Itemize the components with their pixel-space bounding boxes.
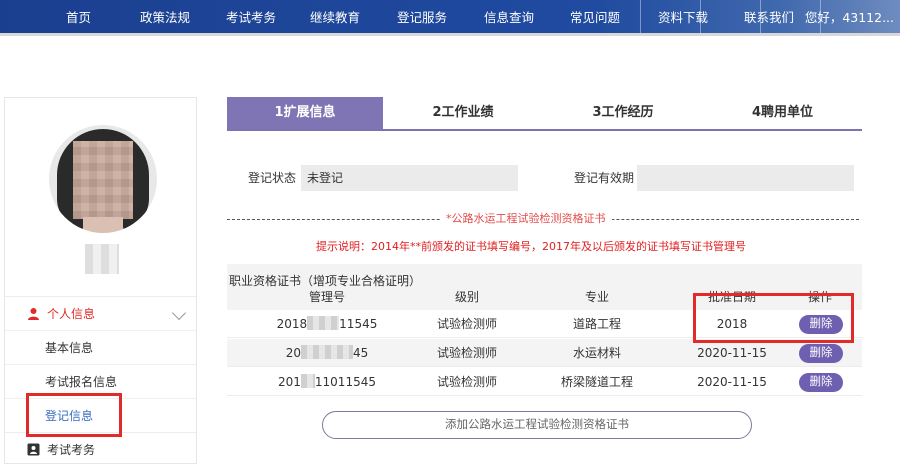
nav-exam[interactable]: 考试考务 [226, 0, 276, 33]
tab-employer[interactable]: 4聘用单位 [703, 97, 862, 129]
top-nav-bar: 首页 政策法规 考试考务 继续教育 登记服务 信息查询 常见问题 资料下载 联系… [0, 0, 900, 36]
cert-number-prefix: 2018 [276, 317, 308, 331]
tab-work-achievements[interactable]: 2工作业绩 [383, 97, 543, 129]
nav-education[interactable]: 继续教育 [310, 0, 360, 33]
redaction-mask [307, 316, 340, 330]
major-cell: 水运材料 [572, 346, 621, 360]
user-icon [28, 308, 39, 320]
user-greeting[interactable]: 您好，43112... [805, 0, 894, 33]
avatar-blur-patch [85, 244, 119, 274]
major-cell: 道路工程 [572, 317, 621, 331]
cert-number-cell: 20 45 [257, 339, 397, 367]
tab-work-experience[interactable]: 3工作经历 [543, 97, 703, 129]
cert-number-cell: 2018 11545 [257, 310, 397, 338]
highlight-box-sidebar [26, 393, 122, 437]
nav-banner-cable [640, 0, 641, 33]
col-cert-header: 职业资格证书（增项专业合格证明） [229, 274, 422, 288]
level-cell: 试验检测师 [436, 346, 497, 360]
col-major-header: 专业 [584, 290, 609, 304]
delete-button[interactable]: 删除 [799, 344, 843, 363]
redaction-mask [300, 374, 315, 388]
cert-number-prefix: 20 [285, 346, 301, 360]
level-cell: 试验检测师 [436, 317, 497, 331]
nav-contact[interactable]: 联系我们 [744, 0, 794, 33]
step-tabs: 1扩展信息 2工作业绩 3工作经历 4聘用单位 [227, 97, 862, 131]
section-title: *公路水运工程试验检测资格证书 [440, 210, 612, 228]
hint-text: 提示说明：2014年**前颁发的证书填写编号，2017年及以后颁发的证书填写证书… [316, 240, 746, 253]
registration-status-label: 登记状态 [248, 171, 297, 185]
cert-number-suffix: 45 [353, 346, 369, 360]
redaction-mask [301, 345, 353, 359]
validity-period-field [637, 165, 854, 191]
cert-number-cell: 201 11011545 [257, 368, 397, 396]
nav-downloads[interactable]: 资料下载 [658, 0, 708, 33]
chevron-down-icon [171, 305, 187, 321]
cert-number-suffix: 11545 [339, 317, 378, 331]
level-cell: 试验检测师 [436, 375, 497, 389]
cert-number-prefix: 201 [278, 375, 301, 389]
nav-faq[interactable]: 常见问题 [570, 0, 620, 33]
avatar-neck [83, 217, 123, 233]
tab-extended-info[interactable]: 1扩展信息 [227, 97, 383, 129]
sidebar-group-label: 考试考务 [47, 443, 96, 457]
table-row: 20 45 试验检测师 水运材料 2020-11-15 删除 [227, 339, 862, 367]
nav-info-query[interactable]: 信息查询 [484, 0, 534, 33]
avatar-area [5, 98, 196, 296]
sidebar-group-personal-info[interactable]: 个人信息 [5, 296, 196, 330]
highlight-box-date-op [693, 293, 854, 343]
sidebar-item-basic-info[interactable]: 基本信息 [5, 330, 196, 364]
sidebar-group-label: 个人信息 [47, 307, 96, 321]
nav-home[interactable]: 首页 [66, 0, 91, 33]
id-card-icon [27, 443, 40, 456]
avatar-face-pixelated [73, 141, 133, 219]
date-cell: 2020-11-15 [697, 375, 767, 389]
nav-policy[interactable]: 政策法规 [140, 0, 190, 33]
col-cert-subheader: 管理号 [308, 290, 345, 304]
col-level-header: 级别 [454, 290, 479, 304]
avatar [49, 125, 157, 233]
delete-button[interactable]: 删除 [799, 373, 843, 392]
date-cell: 2020-11-15 [697, 346, 767, 360]
registration-status-field: 未登记 [301, 165, 518, 191]
add-certificate-button[interactable]: 添加公路水运工程试验检测资格证书 [322, 411, 752, 439]
cert-number-suffix: 11011545 [314, 375, 376, 389]
major-cell: 桥梁隧道工程 [560, 375, 633, 389]
sidebar-group-exam[interactable]: 考试考务 [5, 432, 196, 466]
nav-registration[interactable]: 登记服务 [397, 0, 447, 33]
table-row: 201 11011545 试验检测师 桥梁隧道工程 2020-11-15 删除 [227, 368, 862, 396]
validity-period-label: 登记有效期 [574, 171, 635, 185]
